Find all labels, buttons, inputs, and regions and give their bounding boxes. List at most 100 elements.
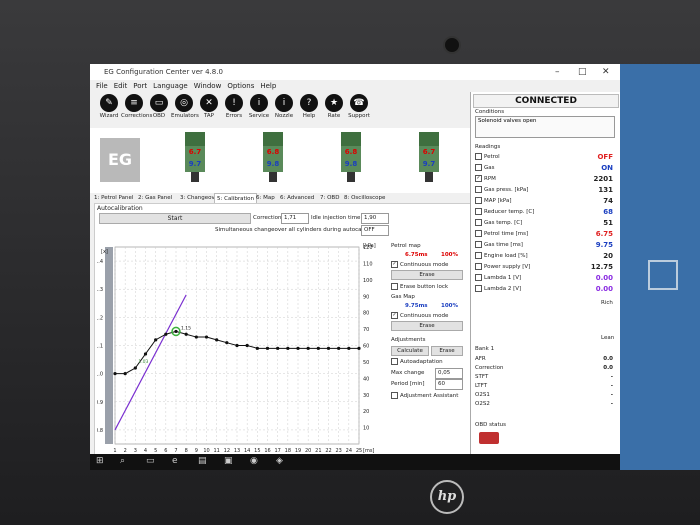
injector-2[interactable]: 6.8 9.8 (256, 132, 290, 188)
toolbar-button-6[interactable]: i Service (246, 94, 272, 119)
reading-value: 12.75 (590, 263, 613, 271)
toolbar-button-9[interactable]: ★ Rate (321, 94, 347, 119)
bank-value: - (610, 374, 613, 380)
reading-row[interactable]: Engine load [%] 20 (475, 251, 615, 261)
menu-item-6[interactable]: Help (260, 82, 276, 90)
bank-value: 0.0 (603, 356, 613, 362)
toolbar-button-7[interactable]: i Nozzle (271, 94, 297, 119)
y-tick-label: 1.3 (97, 287, 103, 293)
store-icon[interactable]: ▣ (224, 456, 233, 466)
petrol-pct: 100% (441, 252, 458, 258)
reading-row[interactable]: MAP [kPa] 74 (475, 196, 615, 206)
minimize-button[interactable]: – (555, 64, 560, 80)
edge-icon[interactable]: e (172, 456, 178, 466)
task-view-icon[interactable]: ▭ (146, 456, 155, 466)
reading-row[interactable]: ✓ RPM 2201 (475, 174, 615, 184)
app-icon[interactable]: ◈ (276, 456, 283, 466)
reading-row[interactable]: Reducer temp. [C] 68 (475, 207, 615, 217)
menu-item-0[interactable]: File (96, 82, 108, 90)
injector-3[interactable]: 6.8 9.8 (334, 132, 368, 188)
reading-checkbox[interactable] (475, 230, 482, 237)
reading-checkbox[interactable] (475, 252, 482, 259)
correction-select[interactable]: 1,71 (281, 213, 309, 224)
reading-row[interactable]: Power supply [V] 12.75 (475, 262, 615, 272)
toolbar-button-0[interactable]: ✎ Wizard (96, 94, 122, 119)
injector-4[interactable]: 6.7 9.7 (412, 132, 446, 188)
max-change-select[interactable]: 0,05 (435, 368, 463, 379)
tab-1[interactable]: 2: Gas Panel (136, 193, 174, 203)
reading-row[interactable]: Gas temp. [C] 51 (475, 218, 615, 228)
bank-title: Bank 1 (475, 346, 495, 352)
reading-checkbox[interactable] (475, 285, 482, 292)
reading-checkbox[interactable] (475, 274, 482, 281)
reading-checkbox[interactable] (475, 197, 482, 204)
eg-logo: EG (100, 138, 140, 182)
reading-checkbox[interactable] (475, 263, 482, 270)
close-button[interactable]: ✕ (602, 64, 610, 80)
reading-value: 20 (603, 252, 613, 260)
reading-row[interactable]: Petrol OFF (475, 152, 615, 162)
reading-row[interactable]: Petrol time [ms] 6.75 (475, 229, 615, 239)
bank-row: LTFT - (475, 383, 615, 389)
toolbar-button-4[interactable]: ✕ TAP (196, 94, 222, 119)
menu-item-3[interactable]: Language (153, 82, 188, 90)
reading-row[interactable]: Gas press. [kPa] 131 (475, 185, 615, 195)
simultaneous-select[interactable]: OFF (361, 225, 389, 236)
reading-checkbox[interactable] (475, 208, 482, 215)
erase-gas-button[interactable]: Erase (391, 321, 463, 331)
menu-item-4[interactable]: Window (194, 82, 222, 90)
service-icon: i (250, 94, 268, 112)
explorer-icon[interactable]: ▤ (198, 456, 207, 466)
left-axis-label: [x] (101, 249, 108, 255)
windows-start-icon[interactable]: ⊞ (96, 456, 104, 466)
tab-6[interactable]: 7: OBD (318, 193, 341, 203)
tab-0[interactable]: 1: Petrol Panel (92, 193, 135, 203)
adjustment-assistant-checkbox[interactable]: Adjustment Assistant (391, 392, 458, 399)
right-tick-label: 70 (363, 327, 369, 333)
tab-4[interactable]: 6: Map (254, 193, 277, 203)
right-tick-label: 100 (363, 278, 373, 284)
tap-icon: ✕ (200, 94, 218, 112)
reading-label: Gas (484, 165, 495, 171)
menu-item-1[interactable]: Edit (114, 82, 128, 90)
continuous-mode-petrol[interactable]: ✓ Continuous mode (391, 261, 448, 268)
idle-label: Idle injection time (311, 215, 361, 221)
toolbar-button-2[interactable]: ▭ OBD (146, 94, 172, 119)
toolbar-button-10[interactable]: ☎ Support (346, 94, 372, 119)
reading-row[interactable]: Gas time [ms] 9.75 (475, 240, 615, 250)
bank-row: O2S2 - (475, 401, 615, 407)
chrome-icon[interactable]: ◉ (250, 456, 258, 466)
reading-row[interactable]: Lambda 1 [V] 0.00 (475, 273, 615, 283)
erase-lock-checkbox[interactable]: Erase button lock (391, 283, 448, 290)
reading-row[interactable]: Lambda 2 [V] 0.00 (475, 284, 615, 294)
toolbar-button-8[interactable]: ? Help (296, 94, 322, 119)
idle-select[interactable]: 1,90 (361, 213, 389, 224)
reading-checkbox[interactable] (475, 186, 482, 193)
autoadaptation-checkbox[interactable]: Autoadaptation (391, 358, 443, 365)
erase-petrol-button[interactable]: Erase (391, 270, 463, 280)
toolbar-button-3[interactable]: ◎ Emulators (171, 94, 199, 119)
toolbar-button-1[interactable]: ≡ Corrections (121, 94, 152, 119)
reading-checkbox[interactable] (475, 153, 482, 160)
start-button[interactable]: Start (99, 213, 251, 224)
calculate-button[interactable]: Calculate (391, 346, 429, 356)
menu-item-5[interactable]: Options (227, 82, 254, 90)
search-icon[interactable]: ⌕ (120, 456, 125, 466)
reading-checkbox[interactable]: ✓ (475, 175, 482, 182)
reading-checkbox[interactable] (475, 219, 482, 226)
reading-checkbox[interactable] (475, 241, 482, 248)
reading-checkbox[interactable] (475, 164, 482, 171)
tab-5[interactable]: 6: Advanced (278, 193, 316, 203)
maximize-button[interactable]: □ (578, 64, 587, 80)
erase-adjust-button[interactable]: Erase (431, 346, 463, 356)
reading-label: RPM (484, 176, 496, 182)
tab-7[interactable]: 8: Oscilloscope (342, 193, 387, 203)
reading-row[interactable]: Gas ON (475, 163, 615, 173)
obd-icon: ▭ (150, 94, 168, 112)
toolbar-button-5[interactable]: ! Errors (221, 94, 247, 119)
injector-1[interactable]: 6.7 9.7 (178, 132, 212, 188)
series-point (276, 346, 280, 350)
menu-item-2[interactable]: Port (133, 82, 147, 90)
continuous-mode-gas[interactable]: ✓ Continuous mode (391, 312, 448, 319)
period-select[interactable]: 60 (435, 379, 463, 390)
